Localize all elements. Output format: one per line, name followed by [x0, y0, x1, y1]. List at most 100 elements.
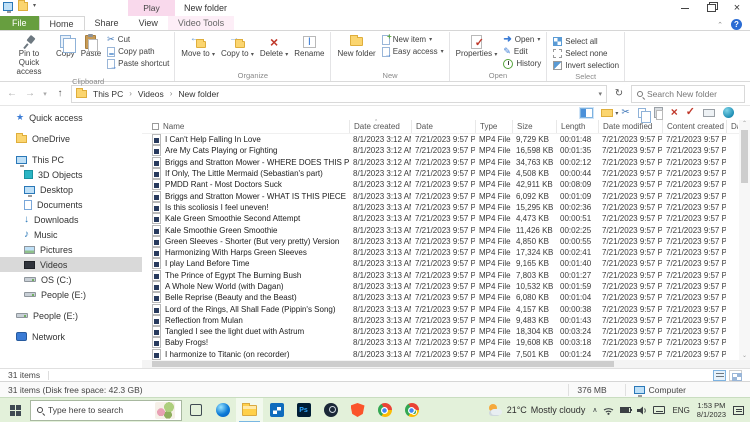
column-content-created[interactable]: Content created [662, 120, 726, 133]
paste-shortcut-button[interactable]: Paste shortcut [107, 58, 169, 69]
back-icon[interactable]: ← [5, 88, 19, 99]
taskbar-app-file-explorer[interactable] [236, 398, 263, 422]
open-button[interactable]: ➜Open ▾ [503, 34, 541, 45]
vertical-scrollbar-thumb[interactable] [741, 130, 748, 183]
file-row[interactable]: Green Sleeves - Shorter (But very pretty… [142, 236, 750, 247]
qat-folder-icon[interactable] [18, 2, 28, 11]
file-row[interactable]: Kale Smoothie Green Smoothie8/1/2023 3:1… [142, 224, 750, 235]
cut-button[interactable]: ✂Cut [107, 34, 169, 45]
recent-locations-icon[interactable]: ▾ [41, 90, 49, 98]
touch-keyboard-icon[interactable] [653, 406, 665, 414]
tab-view[interactable]: View [129, 16, 168, 30]
file-row[interactable]: I play Land Before Time8/1/2023 3:13 AM7… [142, 258, 750, 269]
delete-button[interactable]: × Delete ▾ [257, 32, 291, 59]
file-row[interactable]: Briggs and Stratton Mower - WHAT IS THIS… [142, 190, 750, 201]
select-all-checkbox[interactable] [152, 123, 159, 130]
file-row[interactable]: If Only, The Little Mermaid (Sebastian's… [142, 168, 750, 179]
search-input[interactable]: Search New folder [631, 85, 745, 103]
breadcrumb-videos[interactable]: Videos [136, 89, 166, 99]
copy-button[interactable]: Copy [53, 32, 78, 59]
file-row[interactable]: Belle Reprise (Beauty and the Beast)8/1/… [142, 292, 750, 303]
speaker-icon[interactable] [637, 406, 647, 415]
column-date[interactable]: Date [411, 120, 475, 133]
sidebar-item-documents[interactable]: Documents [0, 197, 142, 212]
taskbar-app-steam[interactable] [317, 398, 344, 422]
tab-video-tools[interactable]: Video Tools [168, 16, 234, 30]
column-name[interactable]: Name [152, 120, 349, 133]
new-folder-icon[interactable] [601, 109, 613, 117]
language-indicator[interactable]: ENG [672, 406, 689, 415]
sidebar-item-this-pc[interactable]: This PC [0, 152, 142, 167]
paste-icon[interactable] [654, 107, 663, 118]
file-row[interactable]: Reflection from Mulan8/1/2023 3:13 AM7/2… [142, 315, 750, 326]
collapse-ribbon-icon[interactable]: ⌃ [717, 21, 723, 29]
column-date-modified[interactable]: Date modified [598, 120, 662, 133]
file-row[interactable]: Kale Green Smoothie Second Attempt8/1/20… [142, 213, 750, 224]
clock[interactable]: 1:53 PM 8/1/2023 [697, 401, 726, 420]
sphere-icon[interactable] [723, 107, 734, 118]
start-button[interactable] [0, 398, 30, 422]
copy-to-button[interactable]: → Copy to ▾ [218, 32, 257, 59]
file-row[interactable]: PMDD Rant - Most Doctors Suck8/1/2023 3:… [142, 179, 750, 190]
search-highlights-image[interactable] [155, 402, 175, 419]
column-type[interactable]: Type [475, 120, 512, 133]
taskbar-app-task-view[interactable] [182, 398, 209, 422]
file-row[interactable]: Briggs and Stratton Mower - WHERE DOES T… [142, 157, 750, 168]
up-icon[interactable]: ↑ [53, 88, 67, 99]
cut-icon[interactable]: ✂ [621, 108, 629, 118]
apply-icon[interactable]: ✓ [686, 107, 695, 118]
file-row[interactable]: Baby Frogs!8/1/2023 3:13 AM7/21/2023 9:5… [142, 337, 750, 348]
file-row[interactable]: I Can't Help Falling In Love8/1/2023 3:1… [142, 134, 750, 145]
address-dropdown-icon[interactable]: ▾ [598, 90, 602, 98]
taskbar-app-brave[interactable] [344, 398, 371, 422]
new-folder-button[interactable]: New folder [334, 32, 378, 59]
breadcrumb-new-folder[interactable]: New folder [176, 89, 221, 99]
column-size[interactable]: Size [512, 120, 556, 133]
select-all-button[interactable]: Select all [553, 36, 619, 47]
tab-file[interactable]: File [0, 16, 39, 30]
preview-pane-icon[interactable] [580, 108, 593, 118]
sidebar-item-downloads[interactable]: ↓Downloads [0, 212, 142, 227]
action-center-icon[interactable] [733, 406, 744, 415]
edit-button[interactable]: ✎Edit [503, 46, 541, 57]
file-row[interactable]: Lord of the Rings, All Shall Fade (Pippi… [142, 303, 750, 314]
sidebar-item-pictures[interactable]: Pictures [0, 242, 142, 257]
close-button[interactable]: × [724, 0, 750, 16]
sidebar-item-3d-objects[interactable]: 3D Objects [0, 167, 142, 182]
taskbar-app-photoshop[interactable]: Ps [290, 398, 317, 422]
minimize-button[interactable] [672, 0, 698, 16]
weather-widget[interactable]: 21°C Mostly cloudy [488, 404, 586, 416]
sidebar-item-onedrive[interactable]: OneDrive [0, 131, 142, 146]
sidebar-item-os-c-[interactable]: OS (C:) [0, 272, 142, 287]
column-date-taken[interactable]: Date ta [726, 120, 738, 133]
taskbar-app-store[interactable] [263, 398, 290, 422]
column-length[interactable]: Length [556, 120, 598, 133]
horizontal-scrollbar[interactable] [142, 360, 750, 368]
delete-icon[interactable]: × [671, 107, 678, 118]
help-icon[interactable]: ? [731, 19, 742, 30]
taskbar-app-chrome-profile[interactable] [398, 398, 425, 422]
battery-icon[interactable] [620, 407, 631, 413]
forward-icon[interactable]: → [23, 88, 37, 99]
invert-selection-button[interactable]: Invert selection [553, 60, 619, 71]
wifi-icon[interactable] [603, 406, 614, 415]
move-to-button[interactable]: ← Move to ▾ [178, 32, 218, 59]
sidebar-item-music[interactable]: ♪Music [0, 227, 142, 242]
scroll-down-icon[interactable]: ⌄ [742, 352, 747, 360]
refresh-icon[interactable]: ↻ [611, 88, 627, 99]
new-item-button[interactable]: New item ▾ [382, 34, 444, 45]
sidebar-item-network[interactable]: Network [0, 329, 142, 344]
easy-access-button[interactable]: Easy access ▾ [382, 46, 444, 57]
sidebar-item-people-e-[interactable]: People (E:) [0, 287, 142, 302]
file-row[interactable]: Harmonizing With Harps Green Sleeves8/1/… [142, 247, 750, 258]
file-row[interactable]: The Prince of Egypt The Burning Bush8/1/… [142, 270, 750, 281]
tab-home[interactable]: Home [39, 16, 85, 30]
rename-button[interactable]: Rename [291, 32, 327, 59]
taskbar-app-edge[interactable] [209, 398, 236, 422]
file-row[interactable]: I harmonize to Titanic (on recorder)8/1/… [142, 349, 750, 360]
column-date-created[interactable]: Date created [349, 120, 411, 133]
select-none-button[interactable]: Select none [553, 48, 619, 59]
file-row[interactable]: Tangled I see the light duet with Astrum… [142, 326, 750, 337]
taskbar-app-chrome[interactable] [371, 398, 398, 422]
sidebar-item-people-e-[interactable]: People (E:) [0, 308, 142, 323]
